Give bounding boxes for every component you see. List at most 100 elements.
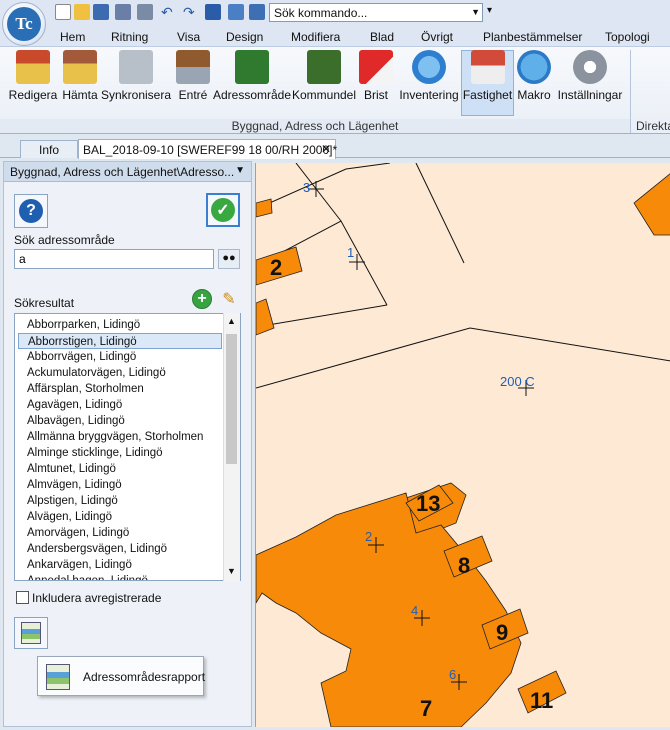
sync-icon: [119, 50, 153, 84]
customize-toolbar-icon[interactable]: ▾: [487, 5, 492, 16]
point-label: 4: [411, 603, 418, 618]
menu-modifiera[interactable]: Modifiera: [291, 30, 340, 44]
report-button[interactable]: [14, 617, 48, 649]
list-item[interactable]: Allmänna bryggvägen, Storholmen: [27, 429, 203, 445]
list-item[interactable]: Alminge sticklinge, Lidingö: [27, 445, 163, 461]
chevron-down-icon[interactable]: ▼: [471, 7, 480, 17]
command-search-input[interactable]: Sök kommando... ▼: [269, 3, 483, 22]
building-number: 13: [416, 491, 440, 516]
building-number: 11: [530, 688, 553, 713]
building-number: 9: [496, 620, 508, 645]
list-item[interactable]: Alvägen, Lidingö: [27, 509, 112, 525]
report-tooltip-label: Adressområdesrapport: [83, 670, 206, 684]
list-item[interactable]: Almvägen, Lidingö: [27, 477, 122, 493]
edit-button[interactable]: ✎: [218, 289, 240, 309]
menu-hem[interactable]: Hem: [60, 30, 85, 44]
command-search-placeholder: Sök kommando...: [274, 6, 368, 20]
makro-button[interactable]: Makro: [517, 50, 551, 116]
menu-visa[interactable]: Visa: [177, 30, 200, 44]
include-unregistered-checkbox[interactable]: [16, 591, 29, 604]
map-canvas[interactable]: 2 13 8 9 7 11 3 1 200 C 2 4 6: [255, 162, 670, 728]
print-icon[interactable]: [137, 4, 153, 20]
include-unregistered-label: Inkludera avregistrerade: [32, 591, 162, 605]
point-label: 1: [347, 245, 354, 260]
list-item[interactable]: Andersbergsvägen, Lidingö: [27, 541, 167, 557]
synkronisera-button[interactable]: Synkronisera: [101, 50, 171, 116]
new-file-icon[interactable]: [55, 4, 71, 20]
save-as-icon[interactable]: [115, 4, 131, 20]
scroll-up-icon[interactable]: ▲: [223, 316, 240, 326]
redo-icon[interactable]: ↷: [183, 4, 199, 20]
add-button[interactable]: +: [192, 289, 212, 309]
panel-title-dropdown[interactable]: Byggnad, Adress och Lägenhet\Adresso... ▼: [4, 162, 251, 182]
plus-icon: +: [197, 290, 207, 307]
municipality-icon: [307, 50, 341, 84]
scroll-down-icon[interactable]: ▼: [223, 566, 240, 576]
pencil-icon: ✎: [222, 291, 236, 308]
menu-ovrigt[interactable]: Övrigt: [421, 30, 453, 44]
list-item[interactable]: Ackumulatorvägen, Lidingö: [27, 365, 166, 381]
list-item[interactable]: Affärsplan, Storholmen: [27, 381, 144, 397]
save-icon[interactable]: [93, 4, 109, 20]
adressomrade-button[interactable]: Adressområde: [213, 50, 291, 116]
ribbon-group2-label: Direkta: [636, 119, 670, 133]
panel-title: Byggnad, Adress och Lägenhet\Adresso...: [10, 165, 235, 179]
point-label: 6: [449, 667, 456, 682]
menu-design[interactable]: Design: [226, 30, 263, 44]
menu-planbestammelser[interactable]: Planbestämmelser: [483, 30, 582, 44]
point-label: 200 C: [500, 374, 535, 389]
undo-icon[interactable]: ↶: [161, 4, 177, 20]
menu-topologi[interactable]: Topologi: [605, 30, 650, 44]
confirm-button[interactable]: ✓: [206, 193, 240, 227]
list-item[interactable]: Alpstigen, Lidingö: [27, 493, 118, 509]
flag-icon: [359, 50, 393, 84]
results-label: Sökresultat: [14, 296, 75, 310]
zoom-window-icon[interactable]: [228, 4, 244, 20]
search-input[interactable]: [14, 249, 214, 269]
list-item[interactable]: Albavägen, Lidingö: [27, 413, 125, 429]
building-number: 7: [420, 696, 432, 721]
inventering-button[interactable]: Inventering: [399, 50, 459, 116]
building-number: 8: [458, 553, 470, 578]
close-icon[interactable]: ✕: [321, 142, 331, 156]
list-item-selected[interactable]: Abborrstigen, Lidingö: [18, 333, 222, 349]
open-folder-icon[interactable]: [74, 4, 90, 20]
menu-ritning[interactable]: Ritning: [111, 30, 148, 44]
forward-icon[interactable]: [205, 4, 221, 20]
app-logo-text: Tc: [7, 7, 41, 41]
list-item[interactable]: Ankarvägen, Lidingö: [27, 557, 132, 573]
redigera-button[interactable]: Redigera: [9, 50, 57, 116]
search-button[interactable]: ●●: [218, 249, 240, 269]
inventory-icon: [412, 50, 446, 84]
view-icon[interactable]: [249, 4, 265, 20]
list-item[interactable]: Agavägen, Lidingö: [27, 397, 122, 413]
list-item[interactable]: Abborrvägen, Lidingö: [27, 349, 136, 365]
list-item[interactable]: Almtunet, Lidingö: [27, 461, 116, 477]
help-button[interactable]: ?: [14, 194, 48, 228]
results-list[interactable]: Abborrparken, Lidingö Abborrstigen, Lidi…: [14, 313, 241, 581]
map-svg[interactable]: 2 13 8 9 7 11 3 1 200 C 2 4 6: [255, 162, 670, 728]
binoculars-icon: ●●: [222, 252, 236, 264]
macro-play-icon: [517, 50, 551, 84]
hamta-button[interactable]: Hämta: [62, 50, 98, 116]
ribbon-group-label: Byggnad, Adress och Lägenhet: [0, 119, 630, 133]
chevron-down-icon[interactable]: ▼: [235, 165, 245, 176]
menu-blad[interactable]: Blad: [370, 30, 394, 44]
kommundel-button[interactable]: Kommundel: [292, 50, 356, 116]
list-item[interactable]: Amorvägen, Lidingö: [27, 525, 129, 541]
checkmark-icon: ✓: [211, 198, 235, 222]
house-edit-icon: [16, 50, 50, 84]
entre-button[interactable]: Entré: [176, 50, 210, 116]
list-item[interactable]: Abborrparken, Lidingö: [27, 317, 140, 333]
tab-info[interactable]: Info: [20, 140, 78, 158]
list-item[interactable]: Annedal hagen, Lidingö: [27, 573, 148, 580]
address-area-icon: [235, 50, 269, 84]
scrollbar-thumb[interactable]: [226, 334, 237, 464]
ribbon-group-separator: [630, 50, 631, 133]
gear-icon: [573, 50, 607, 84]
tab-document[interactable]: BAL_2018-09-10 [SWEREF99 18 00/RH 2000]*…: [78, 139, 337, 159]
brist-button[interactable]: Brist: [359, 50, 393, 116]
fastighet-button[interactable]: Fastighet: [462, 50, 513, 116]
installningar-button[interactable]: Inställningar: [557, 50, 623, 116]
app-logo[interactable]: Tc: [2, 2, 46, 46]
